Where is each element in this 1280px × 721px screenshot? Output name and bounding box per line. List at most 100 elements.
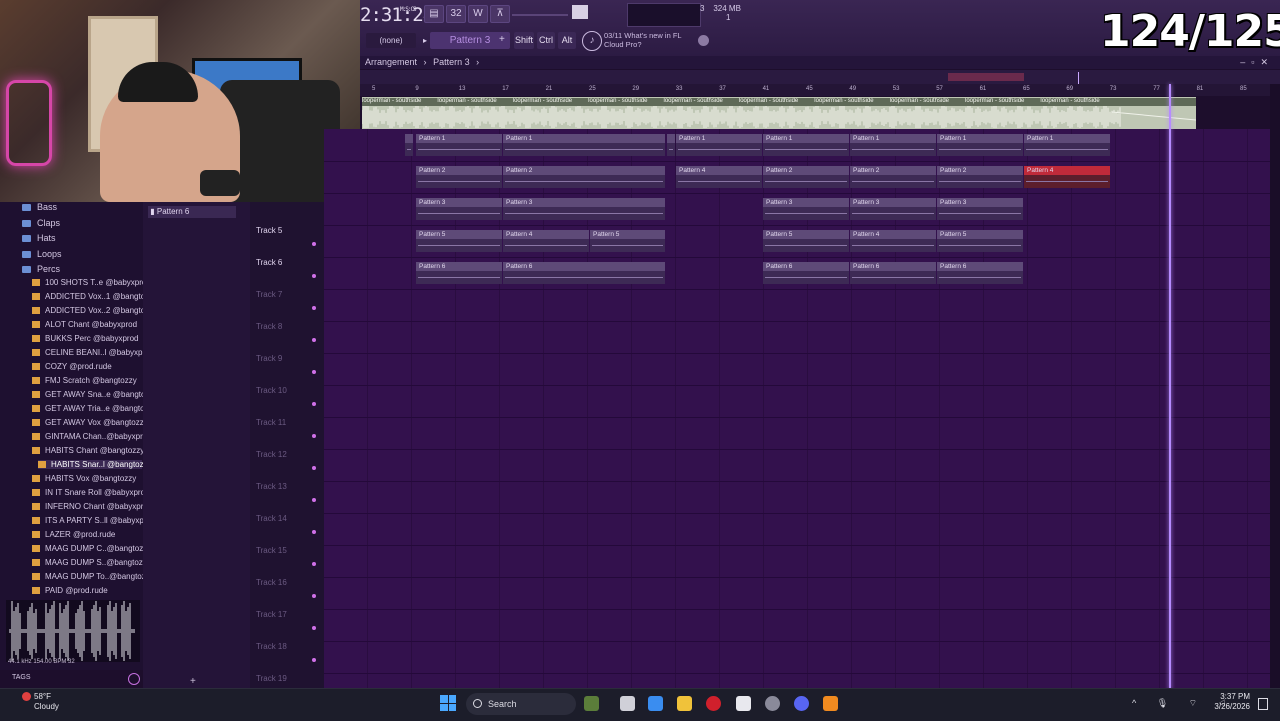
pattern-clip[interactable]: Pattern 1 (503, 134, 665, 156)
news-icon[interactable]: ♪ (582, 31, 602, 51)
track-mute-icon[interactable] (312, 274, 316, 278)
snap-selector[interactable]: (none) (366, 33, 416, 48)
pitch-slider[interactable] (572, 5, 588, 19)
master-volume-slider[interactable] (512, 14, 568, 16)
pattern-clip[interactable]: Pattern 5 (416, 230, 502, 252)
breadcrumb-current[interactable]: Pattern 3 (433, 57, 470, 67)
add-pattern-icon[interactable]: + (499, 34, 505, 45)
folder-item[interactable]: Claps (22, 218, 60, 228)
file-item[interactable]: GET AWAY Sna..e @bangtozzy (32, 390, 157, 399)
pattern-clip[interactable] (405, 134, 413, 156)
track-name[interactable]: Track 7 (256, 290, 282, 299)
pattern-clip[interactable]: Pattern 3 (763, 198, 849, 220)
ctrl-button[interactable]: Ctrl (537, 32, 555, 49)
track-name[interactable]: Track 9 (256, 354, 282, 363)
weather-widget[interactable]: 58°F Cloudy (34, 692, 59, 712)
track-name[interactable]: Track 15 (256, 546, 287, 555)
fl-studio-icon[interactable] (823, 696, 838, 711)
tags-label[interactable]: TAGS (12, 674, 31, 681)
track-name[interactable]: Track 14 (256, 514, 287, 523)
vertical-scrollbar[interactable] (1270, 84, 1280, 688)
pattern-clip[interactable]: Pattern 4 (503, 230, 589, 252)
track-mute-icon[interactable] (312, 658, 316, 662)
pattern-clip[interactable]: Pattern 6 (503, 262, 665, 284)
pattern-clip[interactable]: Pattern 2 (937, 166, 1023, 188)
track-mute-icon[interactable] (312, 466, 316, 470)
track-mute-icon[interactable] (312, 626, 316, 630)
playhead[interactable] (1169, 84, 1171, 690)
folder-item[interactable]: Loops (22, 249, 62, 259)
file-item[interactable]: MAAG DUMP C..@bangtozzy (32, 544, 151, 553)
pattern-clip[interactable]: Pattern 3 (416, 198, 502, 220)
track-name[interactable]: Track 17 (256, 610, 287, 619)
track-mute-icon[interactable] (312, 530, 316, 534)
pattern-clip[interactable]: Pattern 5 (937, 230, 1023, 252)
pattern-clip[interactable]: Pattern 1 (850, 134, 936, 156)
track-mute-icon[interactable] (312, 370, 316, 374)
picker-item-pattern[interactable]: ▮ Pattern 6 (148, 206, 236, 218)
file-item[interactable]: COZY @prod.rude (32, 362, 112, 371)
pattern-clip[interactable]: Pattern 1 (676, 134, 762, 156)
discord-icon[interactable] (794, 696, 809, 711)
track-name[interactable]: Track 11 (256, 418, 286, 427)
folder-item[interactable]: Bass (22, 202, 57, 212)
taskbar-clock[interactable]: 3:37 PM 3/26/2026 (1212, 692, 1250, 712)
shift-button[interactable]: Shift (514, 32, 534, 49)
opera-icon[interactable] (706, 696, 721, 711)
pattern-clip[interactable]: Pattern 4 (1024, 166, 1110, 188)
file-item[interactable]: ADDICTED Vox..2 @bangtozzy (32, 306, 157, 315)
breadcrumb-root[interactable]: Arrangement (365, 57, 417, 67)
play-pattern-arrow-icon[interactable]: ▸ (420, 33, 430, 48)
file-item[interactable]: BUKKS Perc @babyxprod (32, 334, 139, 343)
file-item[interactable]: GINTAMA Chan..@babyxprod (32, 432, 152, 441)
track-mute-icon[interactable] (312, 434, 316, 438)
alt-button[interactable]: Alt (558, 32, 576, 49)
globe-icon[interactable] (698, 35, 709, 46)
file-item[interactable]: MAAG DUMP To..@bangtozzy (32, 572, 154, 581)
settings-icon[interactable] (765, 696, 780, 711)
file-item[interactable]: FMJ Scratch @bangtozzy (32, 376, 137, 385)
file-explorer-icon[interactable] (677, 696, 692, 711)
task-view-icon[interactable] (620, 696, 635, 711)
song-position-display[interactable]: 2:31:28 M:S:CS (360, 4, 434, 26)
window-controls[interactable]: –▫✕ (1240, 57, 1274, 68)
metronome-counter-icon[interactable]: 32 (446, 5, 466, 23)
file-item[interactable]: HABITS Vox @bangtozzy (32, 474, 136, 483)
playlist-overview[interactable] (360, 70, 1280, 84)
pattern-clip[interactable]: Pattern 2 (416, 166, 502, 188)
track-name[interactable]: Track 18 (256, 642, 287, 651)
pattern-clip[interactable]: Pattern 5 (590, 230, 665, 252)
file-item[interactable]: GET AWAY Tria..e @bangtozzy (32, 404, 157, 413)
pattern-clip[interactable]: Pattern 6 (850, 262, 936, 284)
pattern-clip[interactable]: Pattern 2 (503, 166, 665, 188)
pattern-clip[interactable]: Pattern 3 (937, 198, 1023, 220)
track-mute-icon[interactable] (312, 562, 316, 566)
timeline-ruler[interactable]: 5 9 13 17 21 25 29 33 37 41 45 49 53 57 61 65 69 73 77 81 85 (360, 84, 1270, 96)
track-mute-icon[interactable] (312, 242, 316, 246)
folder-item[interactable]: Percs (22, 264, 60, 274)
track-name[interactable]: Track 6 (256, 258, 282, 267)
file-item[interactable]: CELINE BEANI..l @babyxprod (32, 348, 154, 357)
track-mute-icon[interactable] (312, 306, 316, 310)
track-name[interactable]: Track 19 (256, 674, 287, 683)
pattern-clip[interactable]: Pattern 2 (763, 166, 849, 188)
pattern-clip[interactable]: Pattern 1 (763, 134, 849, 156)
taskbar-search[interactable]: Search (466, 693, 576, 715)
file-item[interactable]: 100 SHOTS T..e @babyxprod (32, 278, 151, 287)
file-item[interactable]: GET AWAY Vox @bangtozzy (32, 418, 148, 427)
file-item[interactable]: ADDICTED Vox..1 @bangtozzy (32, 292, 157, 301)
track-name[interactable]: Track 13 (256, 482, 287, 491)
sample-preview-waveform[interactable] (6, 600, 140, 662)
track-mute-icon[interactable] (312, 338, 316, 342)
copilot-icon[interactable] (648, 696, 663, 711)
file-item[interactable]: ALOT Chant @babyxprod (32, 320, 137, 329)
folder-item[interactable]: Hats (22, 233, 56, 243)
pattern-clip[interactable]: Pattern 3 (503, 198, 665, 220)
file-item[interactable]: HABITS Snar..l @bangtozzy (38, 460, 152, 469)
news-panel[interactable]: 03/11 What's new in FL Cloud Pro? (604, 31, 682, 49)
weather-icon[interactable] (22, 692, 31, 701)
track-mute-icon[interactable] (312, 402, 316, 406)
game-app-icon[interactable] (584, 696, 599, 711)
pattern-clip[interactable]: Pattern 5 (763, 230, 849, 252)
track-mute-icon[interactable] (312, 498, 316, 502)
